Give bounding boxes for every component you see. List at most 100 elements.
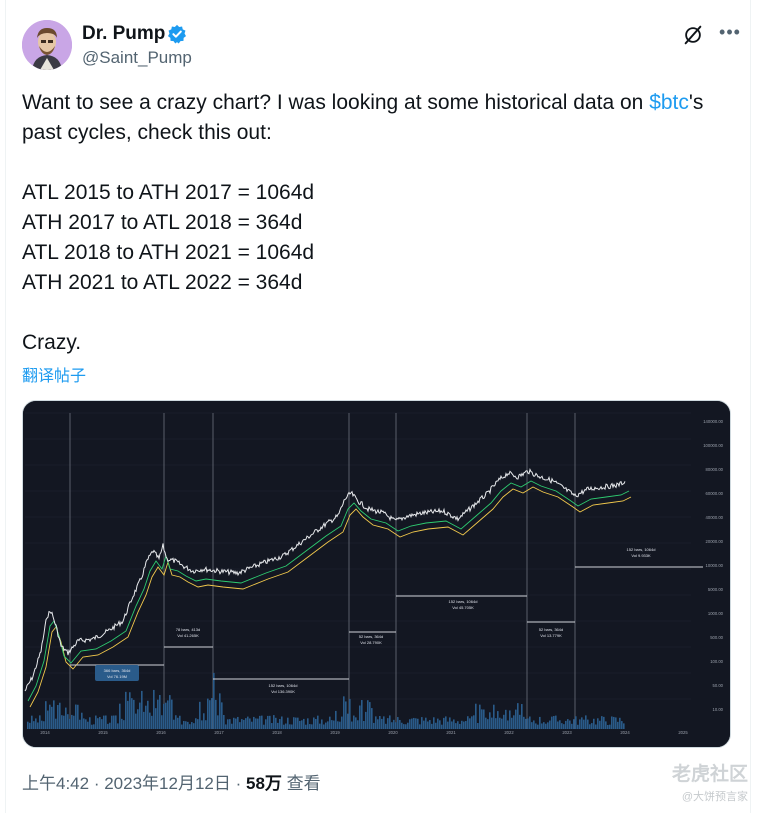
tweet-time[interactable]: 上午4:42 [22,774,89,793]
annotation-subtext: Vol 41.265K [177,633,199,638]
volume-bar [407,722,409,729]
volume-bar [87,721,89,729]
watermark-main: 老虎社区 [671,764,748,785]
volume-bar [561,723,563,729]
volume-bar [89,717,91,729]
volume-bar [575,716,577,729]
volume-bar [153,689,155,729]
x-tick-label: 2021 [446,730,456,735]
volume-bar [45,701,47,729]
volume-bar [147,700,149,729]
volume-bar [59,702,61,729]
x-tick-label: 2017 [214,730,224,735]
volume-bar [269,715,271,729]
grok-icon[interactable] [682,24,704,46]
volume-bar [41,720,43,729]
volume-bar [463,721,465,729]
volume-bar [441,724,443,729]
volume-bar [67,714,69,729]
volume-bar [273,715,275,729]
tweet-date[interactable]: 2023年12月12日 [104,774,231,793]
volume-bar [511,717,513,729]
volume-bar [545,723,547,729]
volume-bar [485,717,487,729]
volume-bar [607,724,609,729]
y-tick-label: 500.00 [710,635,723,640]
annotation-text: 52 bars, 364d [359,634,383,639]
volume-bar [619,717,621,729]
volume-bar [549,720,551,729]
volume-bar [99,716,101,729]
volume-bar [431,723,433,729]
volume-bar [223,715,225,729]
annotation-subtext: Vol 13.779K [540,633,562,638]
volume-bar [131,698,133,729]
volume-bar [83,718,85,729]
volume-bar [491,717,493,729]
volume-bar [395,722,397,729]
tweet-text: Want to see a crazy chart? I was looking… [22,88,742,358]
volume-bar [187,721,189,729]
volume-bar [281,716,283,729]
volume-bar [177,717,179,729]
x-tick-label: 2023 [562,730,572,735]
volume-bar [499,717,501,729]
volume-bar [323,724,325,729]
volume-bar [43,721,45,729]
volume-bar [621,721,623,729]
y-tick-label: 60000.00 [706,491,724,496]
volume-bar [291,724,293,729]
volume-bar [555,715,557,729]
volume-bar [393,719,395,729]
tweet-meta: 上午4:42 · 2023年12月12日 · 58万 查看 [22,769,321,794]
tweet-line: ATL 2015 to ATH 2017 = 1064d [22,181,315,204]
volume-bar [413,717,415,729]
volume-bar [533,720,535,729]
volume-bar [469,718,471,729]
volume-bar [139,702,141,729]
volume-bar [427,721,429,729]
volume-bar [429,720,431,729]
volume-bar [503,714,505,729]
volume-bar [149,712,151,729]
volume-bar [233,717,235,729]
volume-bar [135,713,137,729]
cashtag-link[interactable]: $btc [649,91,689,114]
volume-bar [487,719,489,729]
volume-bar [217,715,219,729]
volume-bar [211,698,213,729]
volume-bar [515,709,517,729]
volume-bar [75,704,77,729]
volume-bar [203,713,205,729]
volume-bar [381,718,383,729]
volume-bar [539,716,541,729]
volume-bar [335,710,337,729]
volume-bar [283,724,285,729]
volume-bar [363,721,365,729]
view-count: 58万 [245,774,282,793]
author-handle[interactable]: @Saint_Pump [82,48,192,68]
volume-bar [359,705,361,729]
volume-bar [57,705,59,729]
translate-post-link[interactable]: 翻译帖子 [22,362,86,386]
volume-bar [557,721,559,729]
volume-bar [517,703,519,729]
volume-bar [137,709,139,729]
volume-bar [595,724,597,729]
volume-bar [567,719,569,729]
volume-bar [145,705,147,729]
x-tick-label: 2019 [330,730,340,735]
volume-bar [415,718,417,729]
volume-bar [119,703,121,729]
chart-image[interactable]: 366 bars, 364d Vol 76.19M 78 bars, 413d Vol… [22,400,731,748]
volume-bar [219,693,221,729]
avatar[interactable] [22,20,72,70]
x-tick-label: 2015 [98,730,108,735]
volume-bar [597,718,599,729]
meta-separator: · [93,774,105,793]
annotation-subtext: Vol 136.390K [271,689,295,694]
more-icon[interactable]: ••• [718,20,742,48]
volume-bar [559,720,561,729]
author-name[interactable]: Dr. Pump [82,23,165,45]
volume-bar [141,690,143,729]
